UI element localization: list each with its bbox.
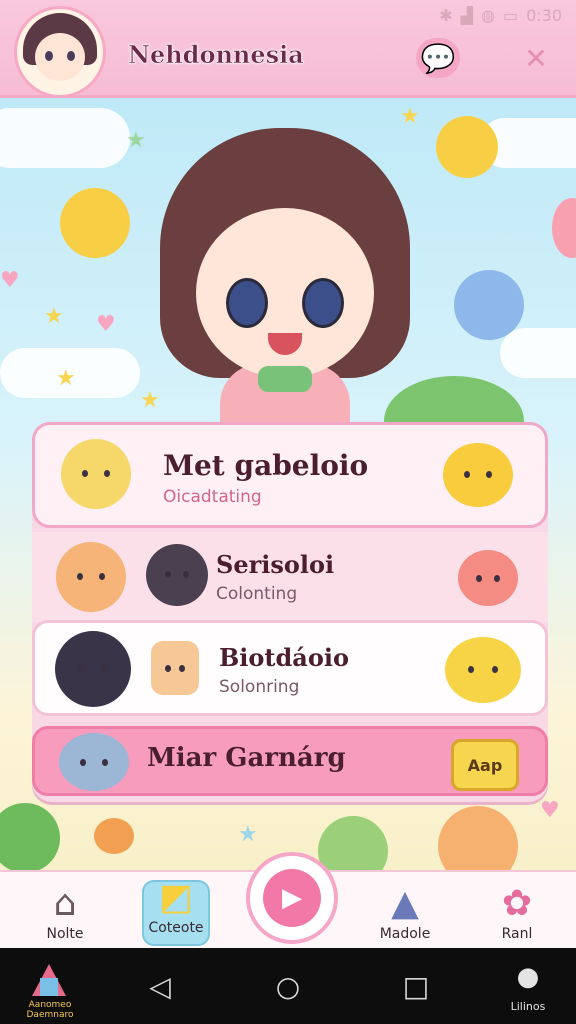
list-item-4[interactable]: Miar Garnárg Aap [32, 726, 548, 796]
character-icon [59, 733, 129, 791]
nav-puzzle[interactable]: ◩ Coteote [142, 877, 210, 946]
star-icon: ★ [44, 304, 64, 329]
back-icon[interactable]: ◁ [142, 968, 178, 1004]
status-bar: ✱ ▟ ◍ ▭ 0:30 [0, 0, 576, 30]
star-icon: ★ [238, 822, 258, 847]
add-button[interactable]: Aap [451, 739, 519, 791]
balloon-icon [552, 198, 576, 258]
fox-character-icon [438, 806, 518, 870]
heart-icon: ♥ [0, 268, 20, 293]
list-item-1[interactable]: Met gabeloio Oicadtating [32, 422, 548, 528]
balloon-creature-icon [458, 550, 518, 606]
nav-notifications[interactable]: ▲ Madole [360, 872, 450, 950]
options-panel: Met gabeloio Oicadtating Serisoloi Colon… [32, 422, 548, 802]
cat-character-icon [318, 816, 388, 870]
chat-icon[interactable]: 💬 [416, 38, 460, 78]
play-icon: ▶ [263, 869, 321, 927]
app-logo-label: Aanomeo Daemnaro [26, 1000, 74, 1020]
gear-icon: ✿ [501, 883, 533, 924]
heart-icon: ♥ [96, 312, 116, 337]
star-icon: ★ [56, 366, 76, 391]
fruit-icon [94, 818, 134, 854]
recents-icon[interactable]: □ [398, 968, 434, 1004]
nav-home[interactable]: ⌂ Nolte [20, 872, 110, 950]
home-icon: ⌂ [53, 883, 77, 924]
home-circle-icon[interactable]: ○ [270, 968, 306, 1004]
center-play-button[interactable]: ▶ [246, 852, 338, 944]
nav-settings[interactable]: ✿ Ranl [472, 872, 562, 950]
list-item-2[interactable]: Serisoloi Colonting [32, 532, 548, 622]
character-icon [56, 542, 126, 612]
character-icon [146, 544, 208, 606]
creature-icon [151, 641, 199, 695]
character-icon [61, 439, 131, 509]
signal-icon: ▟ [460, 5, 473, 25]
bluetooth-icon: ✱ [439, 5, 453, 25]
chick-creature-icon [436, 116, 498, 178]
mascot-character [150, 128, 420, 448]
puzzle-icon: ◩ [158, 877, 193, 918]
heart-icon: ♥ [540, 798, 560, 823]
blue-character-icon [454, 270, 524, 340]
star-icon: ★ [126, 128, 146, 153]
chick-icon [443, 443, 513, 507]
user-icon[interactable]: ● [508, 962, 548, 992]
bush-icon [0, 803, 60, 870]
user-label: Lilinos [510, 1000, 546, 1013]
status-time: 0:30 [526, 5, 562, 25]
sun-creature-icon [60, 188, 130, 258]
chick-icon [445, 637, 521, 703]
close-icon[interactable]: ✕ [514, 38, 558, 78]
character-icon [55, 631, 131, 707]
bell-icon: ▲ [391, 883, 419, 924]
app-title: Nehdonnesia [128, 40, 304, 70]
system-nav-bar: Aanomeo Daemnaro ◁ ○ □ ● Lilinos [0, 948, 576, 1024]
star-icon: ★ [400, 104, 420, 129]
battery-icon: ▭ [502, 5, 519, 25]
list-item-3[interactable]: Biotdáoio Solonring [32, 620, 548, 716]
wifi-icon: ◍ [480, 5, 495, 25]
